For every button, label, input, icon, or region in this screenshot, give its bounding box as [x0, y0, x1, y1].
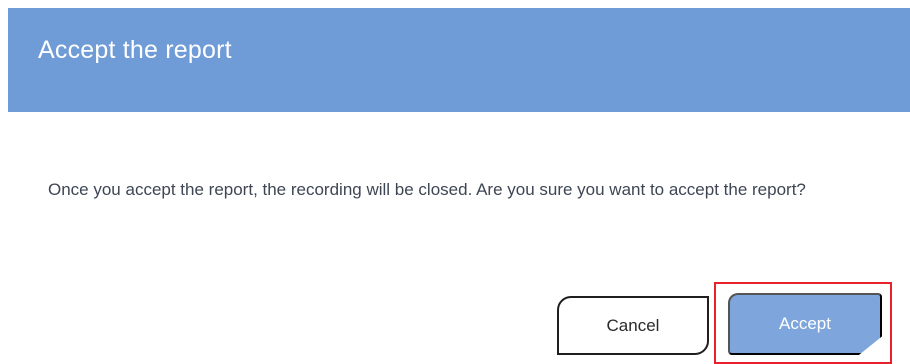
dialog-header: Accept the report	[8, 8, 910, 112]
cancel-button[interactable]: Cancel	[557, 296, 709, 355]
accept-button[interactable]: Accept	[728, 293, 882, 355]
accept-report-dialog: Accept the report Once you accept the re…	[0, 0, 910, 364]
dialog-title: Accept the report	[38, 36, 232, 64]
dialog-message: Once you accept the report, the recordin…	[48, 180, 806, 199]
